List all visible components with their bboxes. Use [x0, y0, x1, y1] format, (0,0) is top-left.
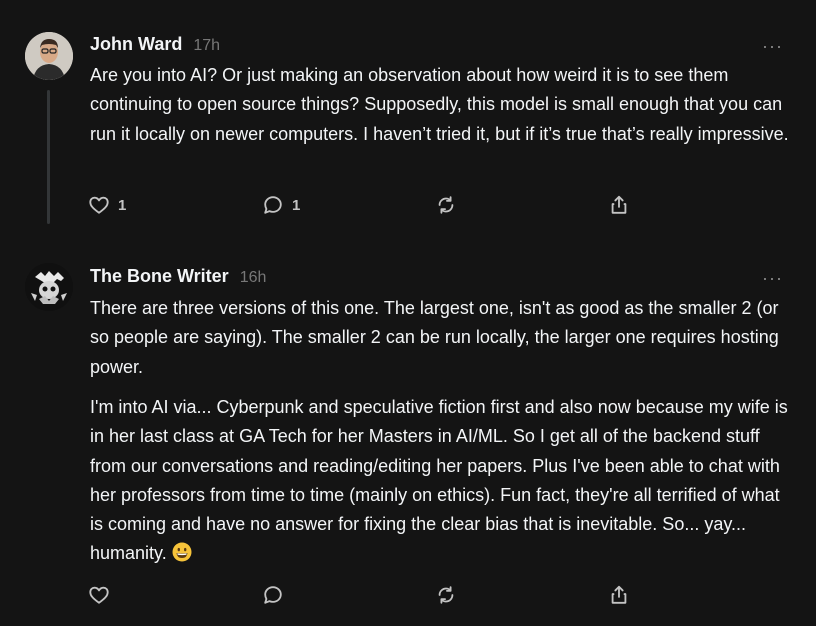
repost-icon: [438, 586, 454, 604]
heart-icon: [89, 586, 109, 604]
reply-button[interactable]: 1: [262, 194, 300, 216]
timestamp[interactable]: 16h: [240, 269, 267, 287]
more-icon[interactable]: ···: [762, 37, 783, 55]
post-body: Are you into AI? Or just making an obser…: [90, 61, 790, 149]
reply-count: 1: [292, 196, 301, 214]
share-icon: [611, 195, 627, 214]
grinning-face-emoji-icon: [172, 542, 192, 562]
share-button[interactable]: [608, 584, 630, 606]
author-name[interactable]: John Ward: [90, 34, 182, 55]
heart-icon: [89, 196, 109, 214]
profile-photo-icon: [25, 263, 73, 311]
author-name[interactable]: The Bone Writer: [90, 266, 229, 287]
repost-button[interactable]: [435, 194, 457, 216]
post-header: The Bone Writer 16h: [90, 266, 266, 287]
avatar[interactable]: [25, 263, 73, 311]
post-paragraph-text: I'm into AI via... Cyberpunk and specula…: [90, 397, 788, 564]
post-paragraph: There are three versions of this one. Th…: [90, 298, 779, 377]
post-text: Are you into AI? Or just making an obser…: [90, 65, 789, 144]
thread-line: [47, 90, 50, 224]
reply-button[interactable]: [262, 584, 292, 606]
post-body: I'm into AI via... Cyberpunk and specula…: [90, 393, 790, 569]
share-button[interactable]: [608, 194, 630, 216]
share-icon: [611, 585, 627, 604]
action-bar: 1 1: [88, 194, 648, 218]
timestamp[interactable]: 17h: [193, 37, 220, 55]
action-bar: [88, 584, 648, 608]
comment-icon: [264, 586, 282, 604]
repost-button[interactable]: [435, 584, 457, 606]
post-header: John Ward 17h: [90, 34, 220, 55]
like-button[interactable]: 1: [88, 194, 126, 216]
avatar[interactable]: [25, 32, 73, 80]
like-count: 1: [118, 196, 127, 214]
like-button[interactable]: [88, 584, 118, 606]
repost-icon: [438, 196, 454, 214]
more-icon[interactable]: ···: [762, 269, 783, 287]
profile-photo-icon: [25, 32, 73, 80]
post-body: There are three versions of this one. Th…: [90, 294, 790, 382]
comment-icon: [264, 196, 282, 214]
post-paragraph: I'm into AI via... Cyberpunk and specula…: [90, 393, 790, 569]
